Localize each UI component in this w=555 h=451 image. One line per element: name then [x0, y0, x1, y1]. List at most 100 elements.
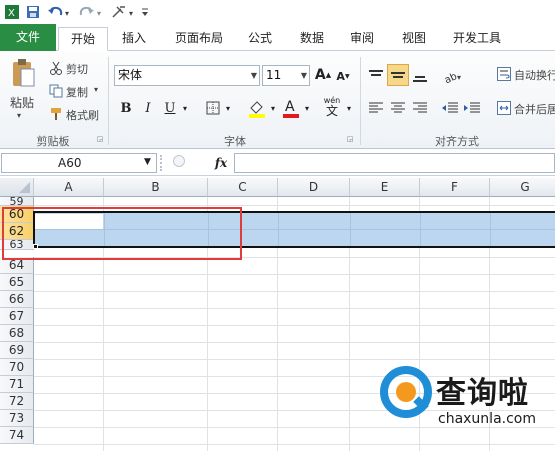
align-bottom-icon[interactable]	[410, 66, 430, 86]
tab-developer[interactable]: 开发工具	[444, 27, 510, 51]
watermark-brand: 查询啦	[436, 376, 529, 411]
row-header[interactable]: 71	[0, 376, 34, 393]
italic-button[interactable]: I	[140, 98, 156, 118]
row-header[interactable]: 68	[0, 325, 34, 342]
cut-button[interactable]: 剪切	[66, 61, 88, 77]
shrink-font-icon[interactable]: A ▼	[335, 67, 351, 85]
paste-dropdown-icon[interactable]: ▾	[17, 111, 21, 120]
format-painter-button[interactable]: 格式刷	[66, 107, 99, 123]
column-header[interactable]: E	[350, 178, 420, 197]
grid-line	[34, 205, 555, 206]
formula-bar-splitter[interactable]	[160, 155, 170, 171]
align-center-icon[interactable]	[388, 99, 408, 117]
row-header[interactable]: 59	[0, 197, 34, 206]
grid-line	[34, 274, 555, 275]
tools-icon[interactable]: ▾	[110, 3, 138, 21]
underline-button[interactable]: U	[162, 98, 178, 118]
svg-text:▾: ▾	[457, 73, 461, 82]
borders-dropdown-icon[interactable]: ▾	[223, 101, 233, 115]
grid-line	[34, 342, 555, 343]
borders-icon[interactable]	[204, 99, 222, 117]
annotation-highlight-box	[2, 207, 242, 260]
tab-home[interactable]: 开始	[58, 27, 108, 51]
cut-icon[interactable]	[48, 60, 64, 76]
orientation-icon[interactable]: ab ▾	[442, 66, 464, 86]
redo-icon[interactable]: ▾	[78, 3, 106, 21]
font-color-dropdown-icon[interactable]: ▾	[302, 101, 312, 115]
align-left-icon[interactable]	[366, 99, 386, 117]
phonetic-guide-icon[interactable]: wén 文	[320, 95, 344, 119]
column-header[interactable]: G	[490, 178, 555, 197]
tab-review[interactable]: 审阅	[340, 27, 384, 51]
column-header[interactable]: B	[104, 178, 208, 197]
insert-function-button[interactable]: fx	[210, 154, 232, 172]
watermark-logo-icon	[378, 364, 434, 420]
tab-data[interactable]: 数据	[290, 27, 334, 51]
copy-icon[interactable]	[48, 83, 64, 99]
name-box-dropdown-icon[interactable]: ▼	[144, 157, 151, 167]
column-header[interactable]: D	[278, 178, 350, 197]
grid-line	[34, 325, 555, 326]
row-header[interactable]: 66	[0, 291, 34, 308]
format-painter-icon[interactable]	[48, 106, 64, 122]
name-box-value: A60	[58, 156, 82, 170]
svg-text:▾: ▾	[129, 9, 133, 18]
worksheet-grid: A B C D E F G 59 60 62 63 64 65 66 67 68…	[0, 178, 555, 451]
row-header[interactable]: 69	[0, 342, 34, 359]
underline-dropdown-icon[interactable]: ▾	[180, 101, 190, 115]
wrap-text-icon[interactable]	[496, 66, 512, 82]
paste-button[interactable]: 粘贴	[10, 94, 34, 111]
select-all-corner[interactable]	[0, 178, 34, 197]
font-name-combo[interactable]: 宋体 ▼	[114, 65, 260, 86]
column-header[interactable]: A	[34, 178, 104, 197]
copy-button[interactable]: 复制	[66, 84, 88, 100]
clipboard-group-label: 剪贴板	[36, 135, 70, 148]
row-header[interactable]: 67	[0, 308, 34, 325]
grid-line	[34, 359, 555, 360]
wrap-text-button[interactable]: 自动换行	[514, 67, 555, 83]
svg-text:A: A	[285, 99, 295, 115]
merge-center-icon[interactable]	[496, 100, 512, 116]
column-header[interactable]: F	[420, 178, 490, 197]
bold-button[interactable]: B	[118, 98, 134, 118]
ribbon-tabs: 文件 开始 插入 页面布局 公式 数据 审阅 视图 开发工具	[0, 24, 555, 51]
paste-icon[interactable]	[8, 57, 38, 91]
increase-indent-icon[interactable]	[462, 99, 482, 117]
align-middle-icon[interactable]	[387, 64, 409, 86]
font-launcher-icon[interactable]: ◲	[346, 135, 354, 143]
grow-font-icon[interactable]: A ▲	[314, 65, 332, 85]
fill-color-icon[interactable]	[246, 97, 268, 119]
font-size-combo[interactable]: 11 ▼	[262, 65, 310, 86]
undo-icon[interactable]: ▾	[46, 3, 74, 21]
customize-icon[interactable]	[140, 3, 150, 21]
decrease-indent-icon[interactable]	[440, 99, 460, 117]
watermark-url: chaxunla.com	[438, 411, 536, 427]
column-header[interactable]: C	[208, 178, 278, 197]
svg-text:X: X	[8, 8, 15, 19]
row-header[interactable]: 70	[0, 359, 34, 376]
formula-bar: A60 ▼ fx	[0, 151, 555, 176]
align-top-icon[interactable]	[366, 66, 386, 86]
clipboard-launcher-icon[interactable]: ◲	[96, 135, 104, 143]
copy-dropdown-icon[interactable]: ▾	[94, 85, 98, 94]
row-header[interactable]: 73	[0, 410, 34, 427]
row-header[interactable]: 74	[0, 427, 34, 444]
excel-window: X ▾ ▾ ▾ 文件 开始 插入 页面布局 公式 数据 审阅 视图 开发工具 粘…	[0, 0, 555, 451]
row-header[interactable]: 72	[0, 393, 34, 410]
font-color-icon[interactable]: A	[281, 97, 301, 119]
quick-access-toolbar: X ▾ ▾ ▾	[0, 0, 555, 24]
tab-view[interactable]: 视图	[392, 27, 436, 51]
formula-input[interactable]	[234, 153, 555, 173]
row-header[interactable]: 65	[0, 274, 34, 291]
merge-center-button[interactable]: 合并后居	[514, 101, 555, 117]
tab-page-layout[interactable]: 页面布局	[164, 27, 234, 51]
align-right-icon[interactable]	[410, 99, 430, 117]
tab-file[interactable]: 文件	[0, 24, 56, 51]
name-box[interactable]: A60 ▼	[1, 153, 157, 173]
tab-insert[interactable]: 插入	[112, 27, 156, 51]
tab-formulas[interactable]: 公式	[240, 27, 280, 51]
phonetic-dropdown-icon[interactable]: ▾	[344, 101, 354, 115]
fill-color-dropdown-icon[interactable]: ▾	[268, 101, 278, 115]
formula-cancel-icon[interactable]	[173, 155, 185, 167]
save-icon[interactable]	[24, 3, 42, 21]
